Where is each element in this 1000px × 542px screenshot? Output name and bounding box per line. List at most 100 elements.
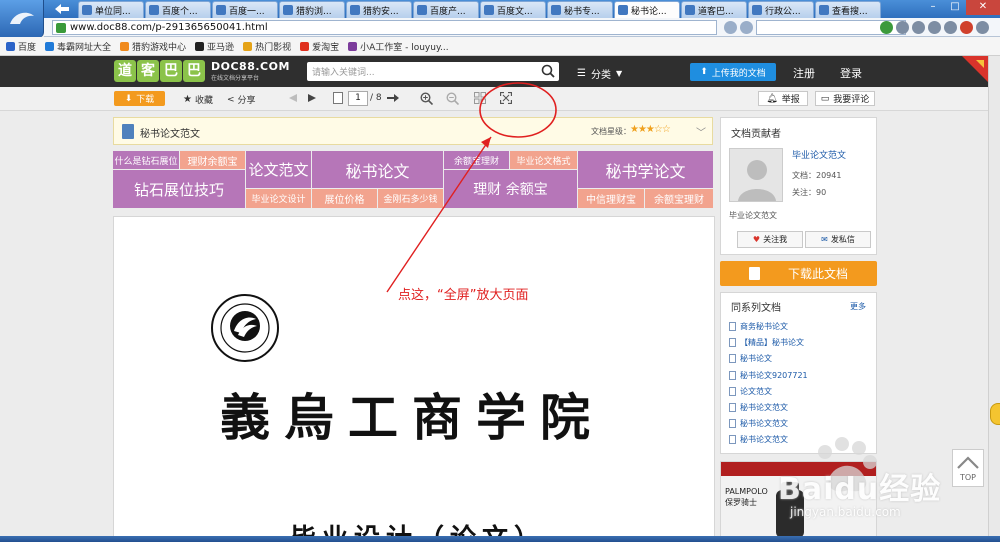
download-document-button[interactable]: 下载此文档 bbox=[720, 261, 877, 286]
tab-label: 猎豹安... bbox=[363, 6, 399, 17]
related-more-link[interactable]: 更多 bbox=[850, 301, 866, 312]
download-button[interactable]: ⬇ 下载 bbox=[114, 91, 165, 106]
logo-char: 道 bbox=[114, 60, 136, 82]
star-icon: ★ bbox=[183, 94, 192, 105]
ad-cell[interactable]: 论文范文 bbox=[246, 151, 311, 188]
avatar[interactable] bbox=[729, 148, 783, 202]
browser-tab[interactable]: 百度产... bbox=[413, 1, 479, 18]
tab-label: 秘书专... bbox=[564, 6, 600, 17]
secure-site-icon bbox=[56, 22, 66, 33]
tools-icon[interactable] bbox=[944, 21, 957, 34]
page-number-input[interactable]: 1 bbox=[348, 91, 368, 106]
related-doc-link[interactable]: 秘书论文范文 bbox=[729, 418, 788, 429]
ad-cell[interactable]: 什么是钻石展位 bbox=[113, 151, 179, 169]
minimize-button[interactable]: – bbox=[922, 0, 944, 15]
search-icon[interactable] bbox=[541, 64, 555, 78]
category-menu[interactable]: ☰ 分类 ▼ bbox=[577, 66, 622, 81]
maximize-button[interactable]: □ bbox=[944, 0, 966, 15]
bookmark-item[interactable]: 小A工作室 - louyuy... bbox=[348, 40, 449, 53]
tab-favicon-icon bbox=[484, 5, 494, 15]
ad-cell[interactable]: 钻石展位技巧 bbox=[113, 170, 245, 208]
report-button[interactable]: 🔔︎ 举报 bbox=[758, 91, 808, 106]
contributor-panel: 文档贡献者 毕业论文范文 文档：20941 关注：90 毕业论文范文 ♥ 关注我… bbox=[720, 117, 877, 255]
os-taskbar bbox=[0, 536, 1000, 542]
browser-tab[interactable]: 秘书专... bbox=[547, 1, 613, 18]
comment-button[interactable]: ▭ 我要评论 bbox=[815, 91, 875, 106]
browser-tab[interactable]: 百度文... bbox=[480, 1, 546, 18]
bookmark-icon bbox=[348, 41, 358, 51]
browser-tab[interactable]: 百度个... bbox=[145, 1, 211, 18]
ad-cell[interactable]: 展位价格 bbox=[312, 189, 377, 208]
security-icon[interactable] bbox=[960, 21, 973, 34]
bookmark-item[interactable]: 猎豹游戏中心 bbox=[120, 40, 186, 53]
related-doc-title: 秘书论文范文 bbox=[740, 403, 788, 412]
gear-icon[interactable] bbox=[896, 21, 909, 34]
message-button[interactable]: ✉ 发私信 bbox=[805, 231, 871, 248]
bookmark-item[interactable]: 亚马逊 bbox=[195, 40, 234, 53]
browser-tab[interactable]: 行政公... bbox=[748, 1, 814, 18]
menu-icon[interactable] bbox=[928, 21, 941, 34]
star-icon[interactable] bbox=[724, 21, 737, 34]
back-to-top-button[interactable]: TOP bbox=[952, 449, 984, 487]
favorite-button[interactable]: ★ 收藏 bbox=[183, 93, 213, 106]
related-doc-link[interactable]: 论文范文 bbox=[729, 386, 772, 397]
tab-label: 百度个... bbox=[162, 6, 198, 17]
related-doc-link[interactable]: 【精品】秘书论文 bbox=[729, 337, 804, 348]
tab-favicon-icon bbox=[149, 5, 159, 15]
tab-label: 百度文... bbox=[497, 6, 533, 17]
site-logo[interactable]: 道 客 巴 巴 DOC88.COM 在线文档分享平台 bbox=[114, 60, 290, 82]
browser-tab[interactable]: 猎豹浏... bbox=[279, 1, 345, 18]
register-link[interactable]: 注册 bbox=[793, 65, 815, 81]
login-link[interactable]: 登录 bbox=[840, 65, 862, 81]
document-heading: 義烏工商学院 bbox=[220, 388, 604, 447]
settings-icon[interactable] bbox=[976, 21, 989, 34]
bookmark-item[interactable]: 爱淘宝 bbox=[300, 40, 339, 53]
browser-tab[interactable]: 单位同... bbox=[78, 1, 144, 18]
extension-icon[interactable] bbox=[880, 21, 893, 34]
contributor-name-link[interactable]: 毕业论文范文 bbox=[792, 148, 846, 161]
upload-document-button[interactable]: ⬆ 上传我的文档 bbox=[690, 63, 776, 81]
top-label: TOP bbox=[959, 473, 976, 482]
back-arrow-icon[interactable] bbox=[48, 1, 74, 17]
watermark-url: jingyan.baidu.com bbox=[790, 505, 901, 519]
ad-cell[interactable]: 毕业论文设计 bbox=[246, 189, 311, 208]
related-doc-link[interactable]: 秘书论文范文 bbox=[729, 402, 788, 413]
ad-cell[interactable]: 理财余额宝 bbox=[180, 151, 245, 169]
share-button[interactable]: < 分享 bbox=[227, 93, 256, 107]
document-icon bbox=[729, 371, 736, 380]
bookmark-item[interactable]: 热门影视 bbox=[243, 40, 291, 53]
follow-button[interactable]: ♥ 关注我 bbox=[737, 231, 803, 248]
related-doc-link[interactable]: 秘书论文9207721 bbox=[729, 370, 808, 381]
page-scrollbar[interactable] bbox=[988, 56, 1000, 542]
tab-favicon-icon bbox=[618, 5, 628, 15]
browser-logo-button[interactable] bbox=[0, 0, 44, 38]
bookmark-item[interactable]: 百度 bbox=[6, 40, 36, 53]
url-field[interactable]: www.doc88.com/p-291365650041.html bbox=[52, 20, 717, 35]
download-icon[interactable] bbox=[912, 21, 925, 34]
document-icon bbox=[748, 267, 760, 280]
chevron-down-icon[interactable] bbox=[740, 21, 753, 34]
tab-favicon-icon bbox=[283, 5, 293, 15]
side-widget-icon[interactable] bbox=[990, 403, 1000, 425]
baidu-jingyan-watermark: Baidu经验 jingyan.baidu.com bbox=[770, 430, 950, 542]
bookmark-item[interactable]: 毒霸网址大全 bbox=[45, 40, 111, 53]
chevron-down-icon[interactable]: ﹀ bbox=[696, 124, 706, 139]
related-doc-link[interactable]: 秘书论文 bbox=[729, 353, 772, 364]
browser-tab[interactable]: 百度一... bbox=[212, 1, 278, 18]
next-page-icon[interactable] bbox=[307, 92, 319, 104]
browser-tab[interactable]: 猎豹安... bbox=[346, 1, 412, 18]
browser-tab[interactable]: 秘书论... bbox=[614, 1, 680, 18]
bookmark-label: 热门影视 bbox=[255, 42, 292, 53]
ad-cell[interactable]: 余额宝理财 bbox=[645, 189, 713, 208]
search-placeholder: 请输入关键词... bbox=[312, 68, 375, 78]
corner-ribbon-icon[interactable] bbox=[962, 56, 988, 82]
prev-page-icon[interactable] bbox=[286, 92, 298, 104]
close-window-button[interactable]: ✕ bbox=[966, 0, 1000, 15]
document-icon bbox=[729, 403, 736, 412]
browser-tab[interactable]: 查看搜... bbox=[815, 1, 881, 18]
ad-cell[interactable]: 秘书学论文 bbox=[578, 151, 713, 188]
logo-tagline: 在线文档分享平台 bbox=[211, 75, 260, 82]
ad-cell[interactable]: 中信理财宝 bbox=[578, 189, 644, 208]
related-doc-link[interactable]: 商务秘书论文 bbox=[729, 321, 788, 332]
browser-tab[interactable]: 道客巴... bbox=[681, 1, 747, 18]
